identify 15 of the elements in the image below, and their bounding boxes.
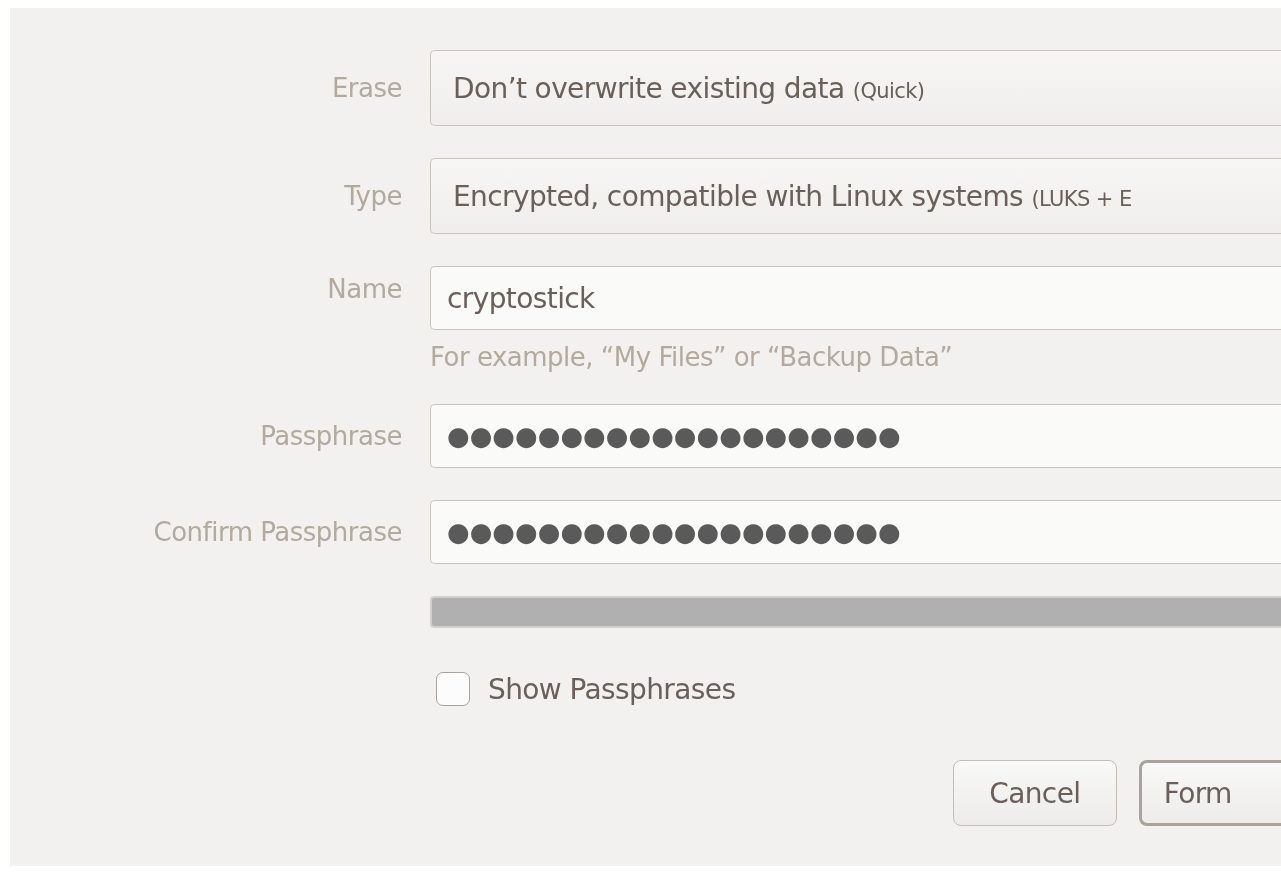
field-label: Type (343, 181, 403, 211)
type-dropdown[interactable]: Encrypted, compatible with Linux systems (LUKS + E (430, 158, 1281, 234)
name-field[interactable]: cryptostick (430, 266, 1281, 330)
field-label: Passphrase (259, 421, 403, 451)
erase-dropdown[interactable]: Don’t overwrite existing data (Quick) (430, 50, 1281, 126)
field-label: Name (326, 273, 403, 304)
passphrase-field[interactable]: ●●●●●●●●●●●●●●●●●●●● (430, 404, 1281, 468)
dialog-button[interactable]: Cancel (953, 760, 1117, 826)
field-label: Erase (330, 73, 403, 103)
dialog-button[interactable]: Form (1138, 760, 1281, 826)
hint-text: For example, “My Files” or “Backup Data” (430, 342, 954, 372)
checkbox-label[interactable]: Show Passphrases (488, 672, 736, 706)
confirm-passphrase-field[interactable]: ●●●●●●●●●●●●●●●●●●●● (430, 500, 1281, 564)
checkbox[interactable] (436, 672, 470, 706)
field-label: Confirm Passphrase (152, 517, 403, 547)
